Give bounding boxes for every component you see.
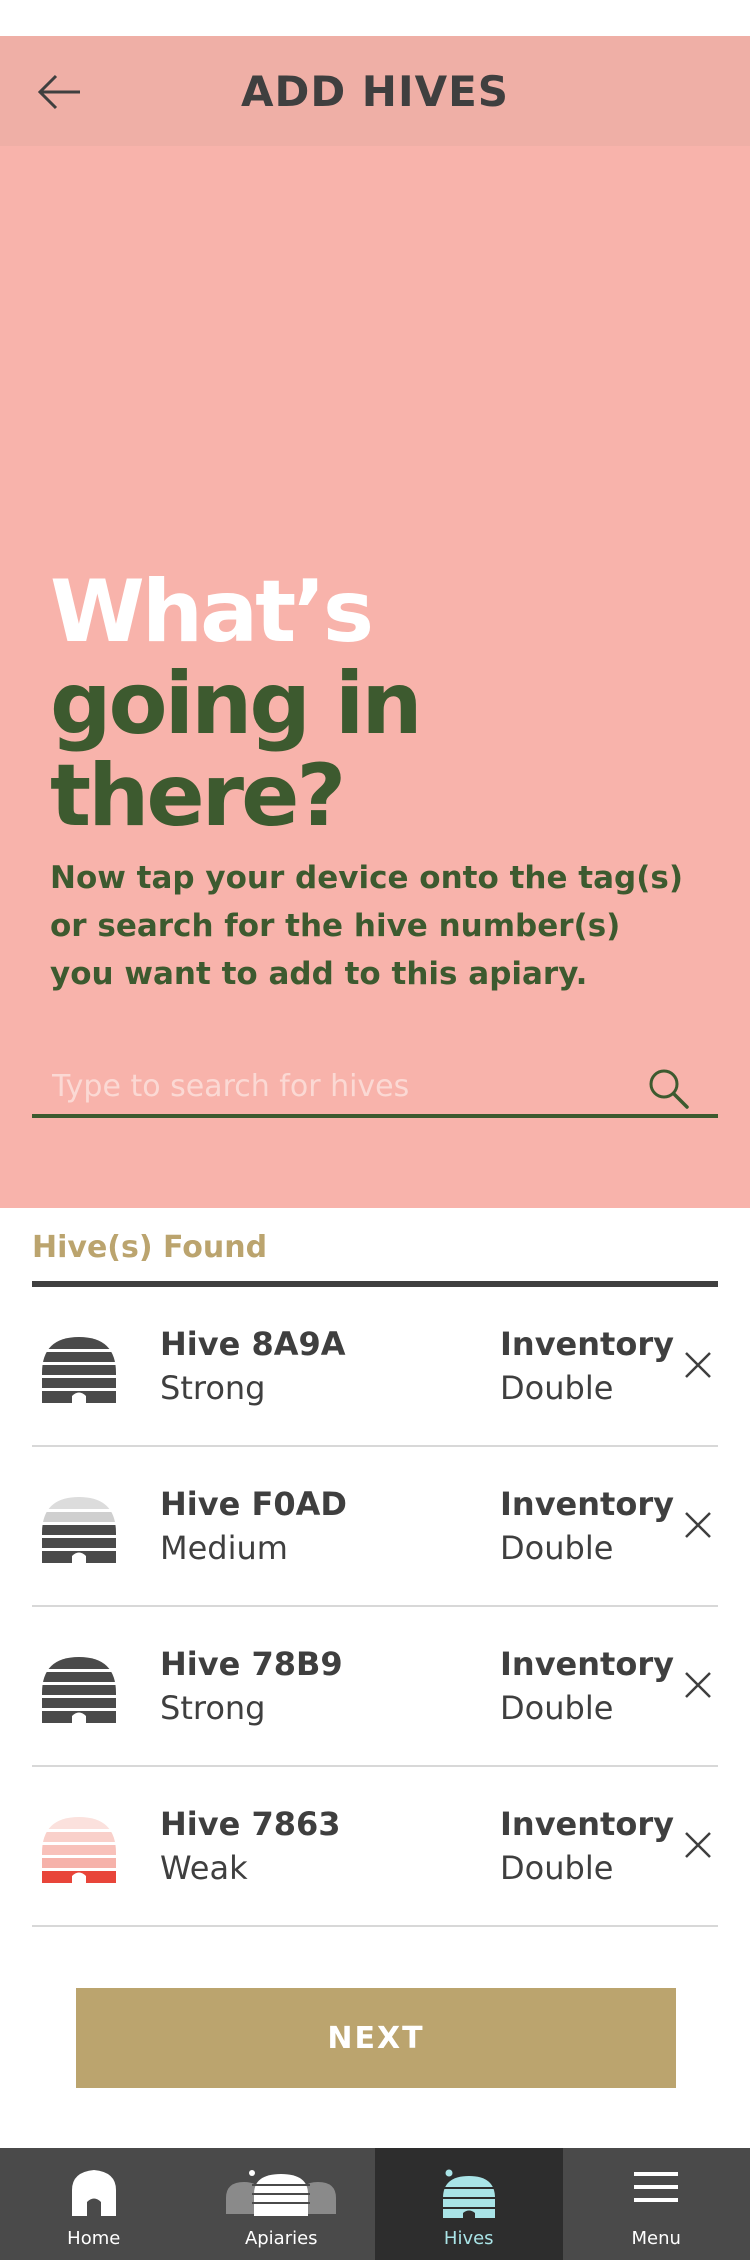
next-button[interactable]: NEXT: [76, 1988, 676, 2088]
instruction-text: Now tap your device onto the tag(s) or s…: [50, 860, 683, 992]
tab-apiaries[interactable]: Apiaries: [188, 2148, 376, 2260]
hive-row[interactable]: Hive 78B9 Strong Inventory Double: [32, 1607, 718, 1767]
hive-name: Hive 78B9: [160, 1645, 343, 1683]
tab-menu[interactable]: Menu: [563, 2148, 750, 2260]
hive-strength: Weak: [160, 1849, 248, 1887]
hive-row[interactable]: Hive 8A9A Strong Inventory Double: [32, 1287, 718, 1447]
search-input[interactable]: [52, 1062, 632, 1110]
tab-label: Apiaries: [244, 2228, 318, 2249]
hive-strength: Medium: [160, 1529, 288, 1567]
hive-strong-icon: [38, 1657, 120, 1723]
hive-location-label: Inventory: [500, 1805, 674, 1843]
bottom-tab-bar: Home Apiaries Hives Menu: [0, 2148, 750, 2260]
hive-name: Hive 7863: [160, 1805, 341, 1843]
status-strip: [0, 0, 750, 36]
headline: What’s going in there?: [50, 562, 423, 846]
hive-location-value: Double: [500, 1369, 614, 1407]
tab-label: Hives: [443, 2228, 494, 2249]
hive-location-label: Inventory: [500, 1325, 674, 1363]
hero-section: What’s going in there? Now tap your devi…: [0, 146, 750, 1208]
hive-location-value: Double: [500, 1529, 614, 1567]
hive-medium-icon: [42, 1497, 116, 1563]
hives-found-label: Hive(s) Found: [32, 1230, 268, 1265]
hive-weak-icon: [42, 1817, 116, 1883]
arrow-left-icon: [37, 74, 80, 110]
tab-home[interactable]: Home: [0, 2148, 188, 2260]
hive-strength: Strong: [160, 1689, 266, 1727]
tab-label: Home: [67, 2228, 121, 2249]
tab-label: Menu: [631, 2228, 681, 2249]
hive-location-label: Inventory: [500, 1485, 674, 1523]
close-icon[interactable]: [678, 1345, 718, 1385]
apiaries-icon: [226, 2170, 337, 2216]
app-header: ADD HIVES: [0, 36, 750, 146]
hive-row[interactable]: Hive F0AD Medium Inventory Double: [32, 1447, 718, 1607]
hive-row[interactable]: Hive 7863 Weak Inventory Double: [32, 1767, 718, 1927]
menu-icon: [634, 2172, 679, 2202]
hive-strength: Strong: [160, 1369, 266, 1407]
close-icon[interactable]: [678, 1665, 718, 1705]
headline-line-1: What’s: [50, 562, 374, 662]
hive-name: Hive 8A9A: [160, 1325, 346, 1363]
hive-icon: [440, 2169, 497, 2218]
hive-strong-icon: [38, 1337, 120, 1403]
search-icon[interactable]: [646, 1066, 690, 1110]
close-icon[interactable]: [678, 1825, 718, 1865]
close-icon[interactable]: [678, 1505, 718, 1545]
tab-hives[interactable]: Hives: [375, 2148, 563, 2260]
back-button[interactable]: [36, 72, 84, 112]
home-icon: [71, 2170, 116, 2216]
headline-line-2: going in: [50, 654, 423, 754]
search-bar: [32, 1058, 718, 1118]
hive-location-value: Double: [500, 1689, 614, 1727]
hive-list: Hive 8A9A Strong Inventory Double Hive F…: [32, 1287, 718, 1927]
hive-location-label: Inventory: [500, 1645, 674, 1683]
headline-line-3: there?: [50, 746, 346, 846]
hive-name: Hive F0AD: [160, 1485, 347, 1523]
hive-location-value: Double: [500, 1849, 614, 1887]
page-title: ADD HIVES: [240, 66, 510, 116]
